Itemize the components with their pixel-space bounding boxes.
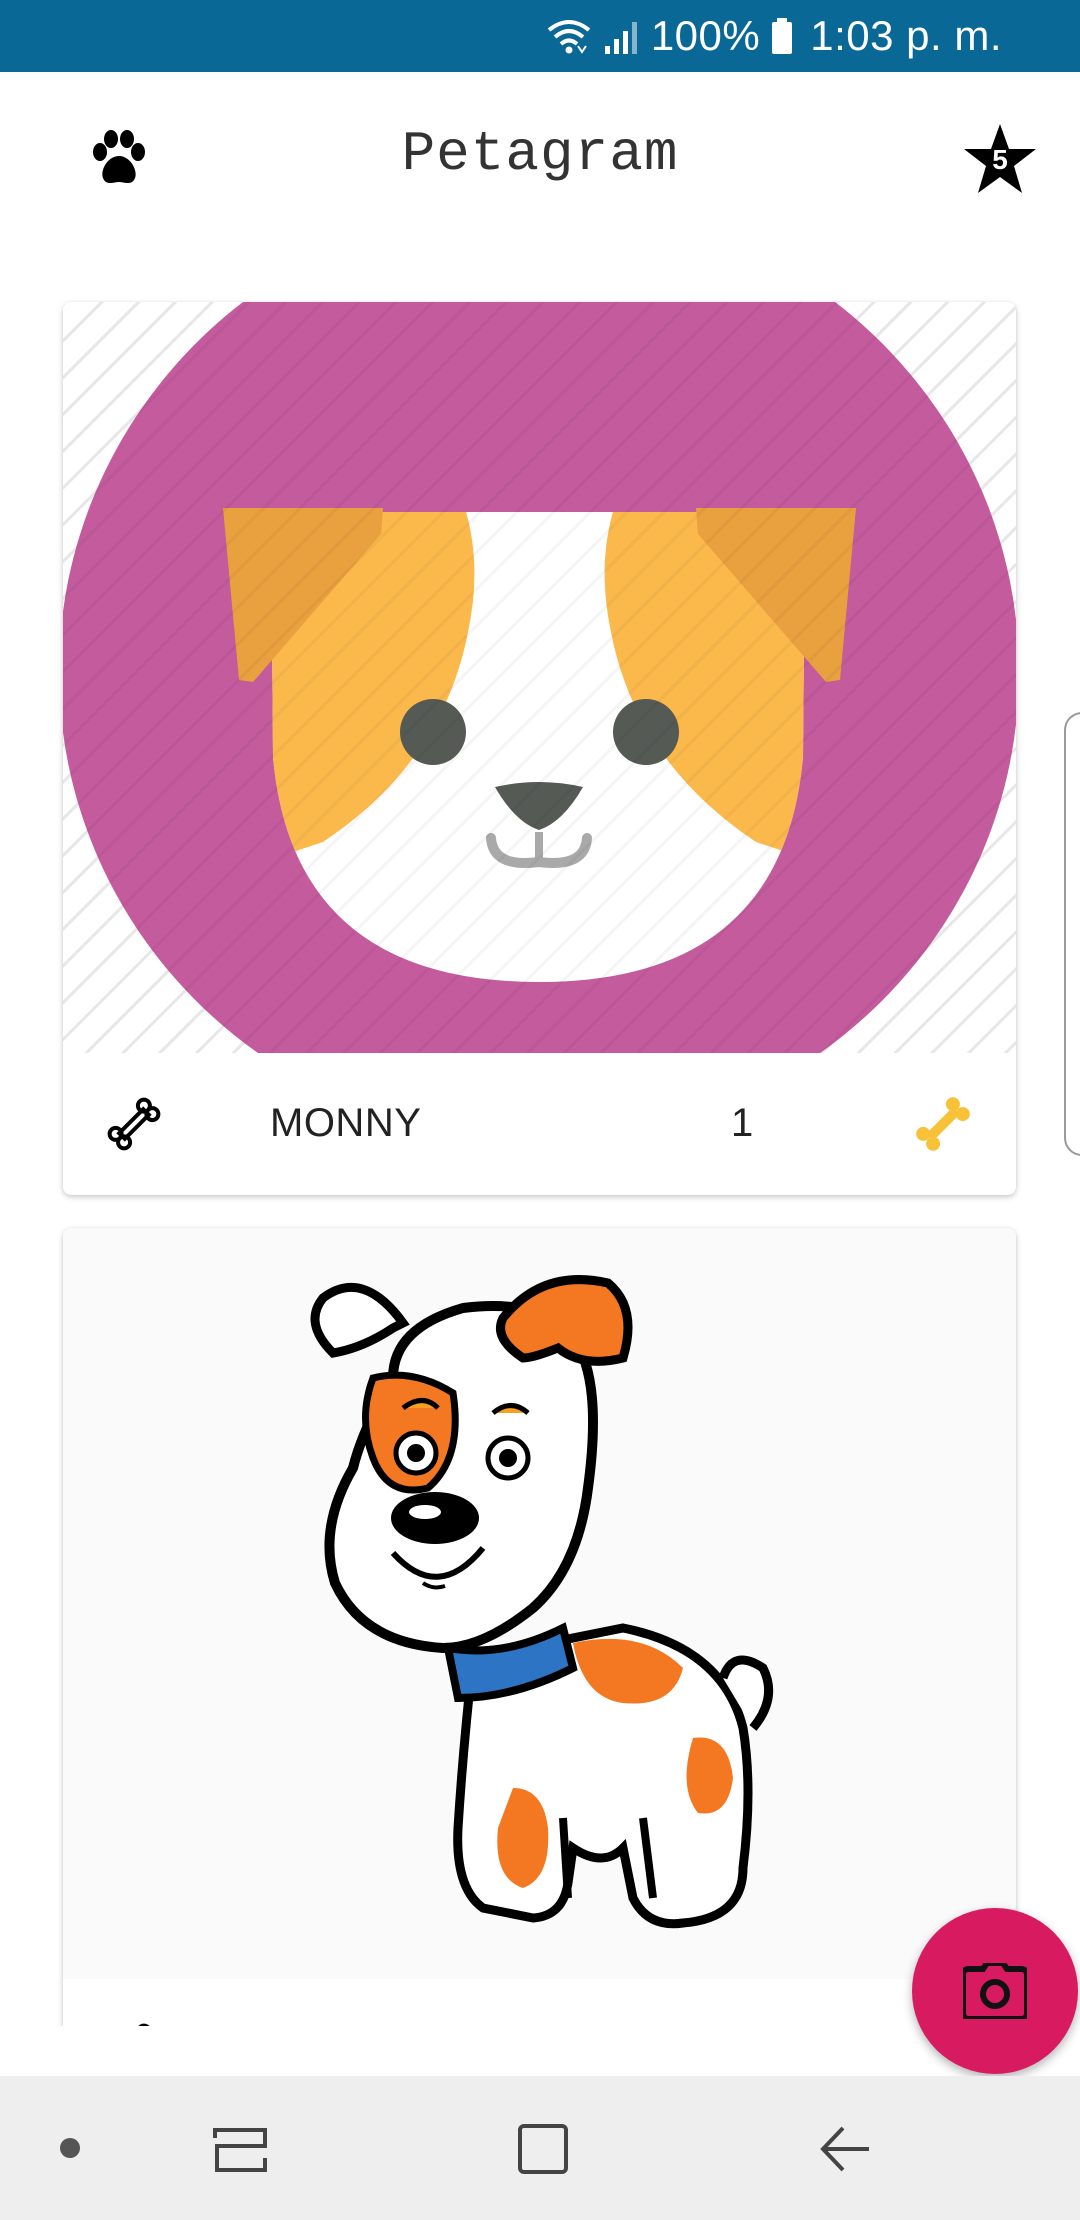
status-bar: 100% 1:03 p. m.: [0, 0, 1080, 72]
edge-panel-handle[interactable]: [1064, 712, 1080, 1156]
bone-outline-icon[interactable]: [105, 1095, 163, 1153]
recents-icon[interactable]: [211, 2120, 269, 2178]
pet-card-footer: MONNY 1: [63, 1053, 1016, 1195]
bone-outline-icon[interactable]: [105, 2021, 163, 2026]
battery-icon: [770, 16, 794, 56]
wifi-icon: [545, 16, 593, 56]
pet-photo: [63, 302, 1016, 1053]
pet-card[interactable]: [63, 1228, 1016, 2026]
pet-list[interactable]: MONNY 1: [0, 242, 1080, 2026]
app-title: Petagram: [401, 122, 679, 186]
pet-card-footer: [63, 1979, 1016, 2026]
signal-icon: [603, 16, 641, 56]
home-icon[interactable]: [514, 2120, 572, 2178]
pet-photo: [63, 1228, 1016, 1979]
favorites-star-button[interactable]: 5: [962, 122, 1038, 196]
navigation-bar: [0, 2076, 1080, 2220]
back-icon[interactable]: [815, 2120, 873, 2178]
pet-name: MONNY: [270, 1101, 422, 1145]
camera-fab-button[interactable]: [912, 1908, 1078, 2074]
camera-icon: [963, 1963, 1027, 2019]
clock: 1:03 p. m.: [810, 12, 1002, 59]
battery-percent: 100%: [650, 12, 761, 59]
nav-dot[interactable]: [60, 2138, 80, 2158]
bone-yellow-icon: [912, 1093, 974, 1155]
like-count: 1: [731, 1101, 754, 1145]
star-badge-count: 5: [992, 144, 1008, 175]
app-bar: Petagram 5: [0, 72, 1080, 242]
pet-card[interactable]: MONNY 1: [63, 302, 1016, 1195]
